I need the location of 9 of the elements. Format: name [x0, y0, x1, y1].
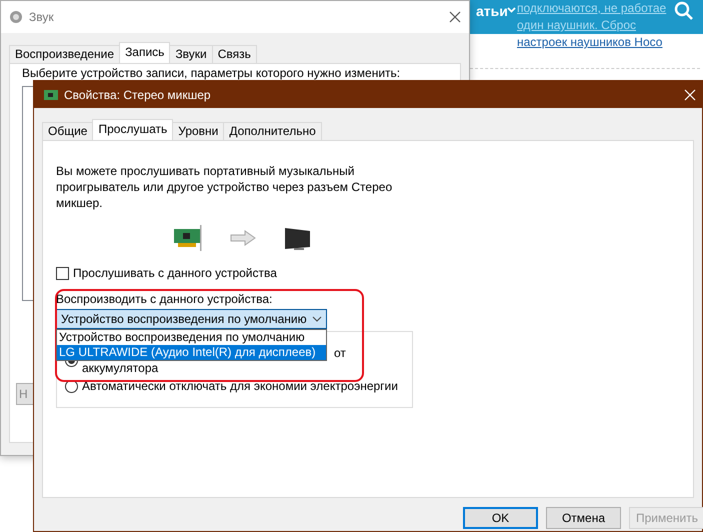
radio-label: аккумулятора — [82, 361, 158, 376]
instruction-text: Выберите устройство записи, параметры которого нужно изменить: — [22, 66, 402, 80]
field-label: Воспроизводить с данного устройства: — [56, 292, 274, 306]
window-title: Звук — [29, 10, 54, 24]
radio-label: от — [334, 346, 346, 361]
checkbox-label: Прослушивать с данного устройства — [73, 266, 277, 280]
radio-label: Автоматически отключать для экономии электроэнергии — [82, 379, 398, 394]
window-title: Свойства: Стерео микшер — [64, 88, 211, 102]
description-text: Вы можете прослушивать портативный музыкальный проигрыватель или другое устройство через разъем Стерео микшер. — [56, 163, 394, 211]
